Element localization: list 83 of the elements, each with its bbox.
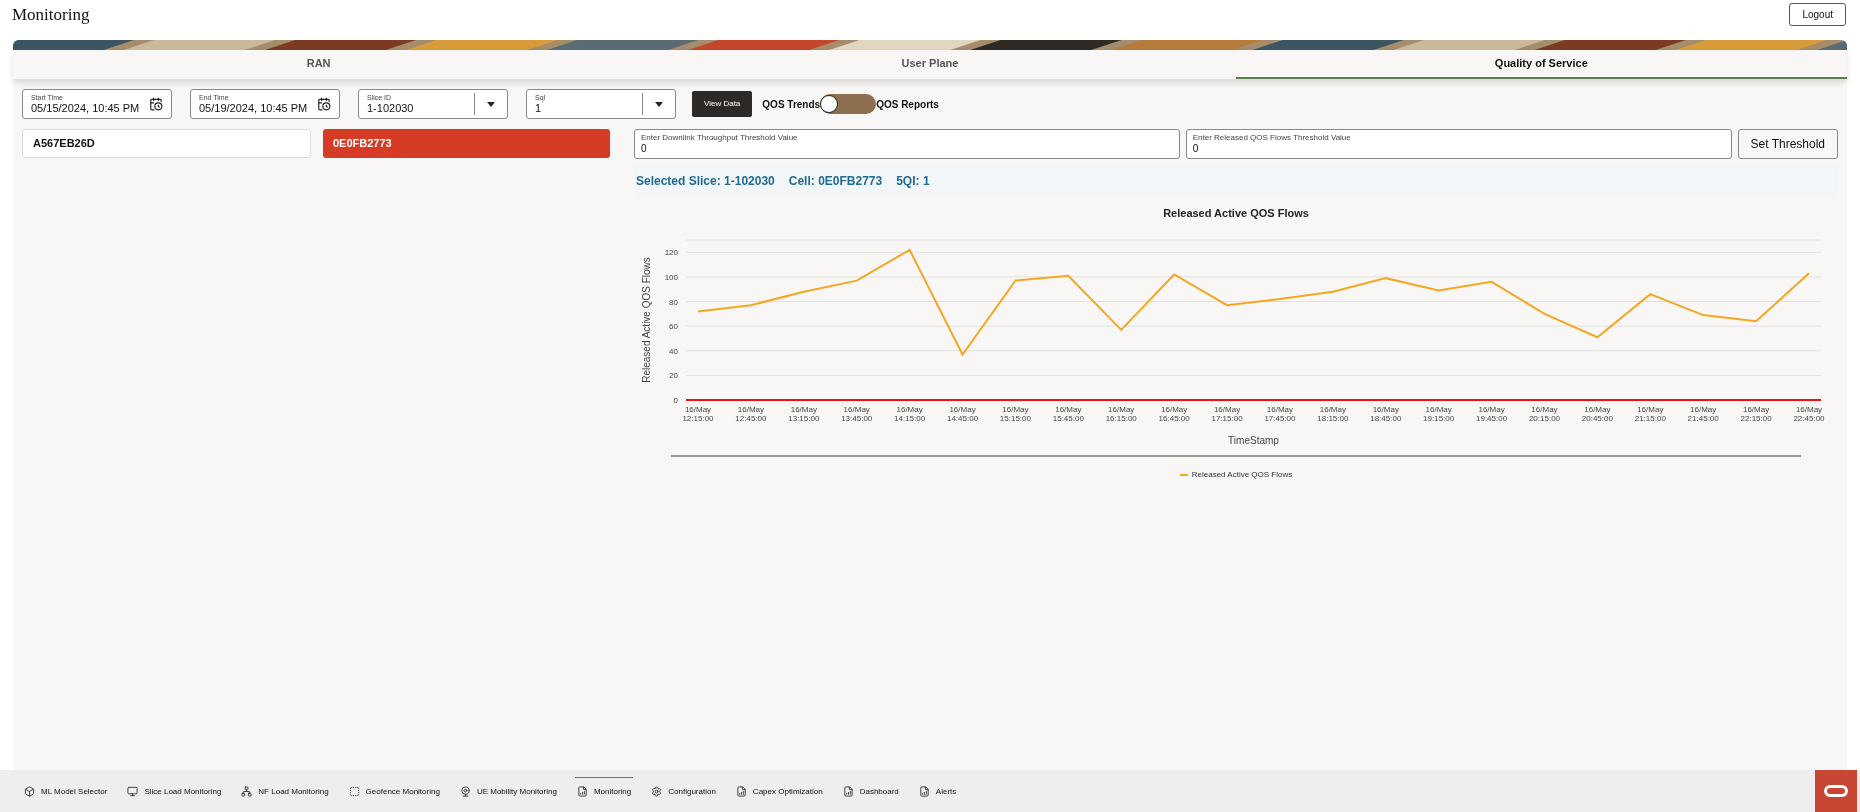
x-tick-label: 16/May 14:15:00	[894, 404, 926, 423]
chart-icon	[735, 786, 747, 797]
x-tick-label: 16/May 16:15:00	[1105, 404, 1137, 423]
x-tick-label: 16/May 18:45:00	[1370, 404, 1402, 423]
x-tick-label: 16/May 20:15:00	[1528, 404, 1561, 423]
selection-info: 5QI: 1	[896, 173, 930, 190]
nav-item[interactable]: Capex Optimization	[733, 777, 825, 805]
x-tick-label: 16/May 12:45:00	[735, 404, 767, 423]
x-tick-label: 16/May 19:15:00	[1423, 404, 1455, 423]
nav-item[interactable]: NF Load Monitoring	[239, 777, 331, 805]
nav-item[interactable]: Dashboard	[840, 777, 901, 805]
caret-icon	[487, 101, 495, 107]
tab[interactable]: RAN	[13, 50, 625, 79]
legend-swatch-icon	[1179, 473, 1188, 476]
monitor-icon	[127, 786, 139, 797]
y-axis-title: Released Active QOS Flows	[641, 256, 652, 383]
x-tick-label: 16/May 22:15:00	[1740, 404, 1772, 423]
nav-item[interactable]: Slice Load Monitoring	[125, 777, 224, 805]
view-data-button[interactable]: View Data	[692, 91, 753, 117]
x-tick-label: 16/May 19:45:00	[1476, 404, 1508, 423]
field-value: 0	[641, 143, 648, 155]
field-label: Enter Released QOS Flows Threshold Value	[1192, 133, 1352, 143]
view-toggle[interactable]	[820, 94, 877, 114]
webcam-icon	[459, 786, 471, 797]
network-icon	[241, 786, 253, 797]
x-tick-label: 16/May 12:15:00	[682, 404, 714, 423]
y-tick-label: 40	[669, 346, 678, 356]
x-tick-label: 16/May 20:45:00	[1581, 404, 1613, 423]
settings-icon	[651, 786, 663, 797]
nav-item[interactable]: UE Mobility Monitoring	[457, 777, 559, 805]
y-tick-label: 60	[669, 321, 678, 331]
selection-info: Cell: 0E0FB2773	[788, 173, 883, 190]
dashed-square-icon	[348, 786, 360, 797]
legend-label: Released Active QOS Flows	[1191, 468, 1293, 481]
x-axis-title: TimeStamp	[1228, 434, 1279, 446]
field-value: 05/19/2024, 10:45 PM	[199, 102, 309, 115]
cell-card[interactable]: 0E0FB2773	[323, 129, 610, 158]
field-value: 05/15/2024, 10:45 PM	[31, 102, 141, 115]
selection-info: Selected Slice: 1-102030	[636, 173, 775, 190]
field-label: Enter Downlink Throughput Threshold Value	[641, 133, 799, 143]
field-value: 0	[1192, 143, 1200, 155]
x-tick-label: 16/May 14:45:00	[946, 404, 979, 423]
calendar-icon	[149, 97, 163, 111]
chart-icon	[918, 786, 930, 797]
x-tick-label: 16/May 21:45:00	[1687, 404, 1719, 423]
tab[interactable]: Quality of Service	[1235, 50, 1847, 79]
calendar-icon	[317, 97, 331, 111]
x-tick-label: 16/May 15:15:00	[999, 404, 1031, 423]
x-tick-label: 16/May 15:45:00	[1052, 404, 1084, 423]
set-threshold-button[interactable]: Set Threshold	[1737, 129, 1838, 159]
toggle-label: QOS Trends	[762, 97, 821, 112]
nav-item[interactable]: Configuration	[649, 777, 718, 805]
y-tick-label: 80	[669, 297, 678, 307]
x-tick-label: 16/May 21:15:00	[1634, 404, 1666, 423]
y-tick-label: 20	[669, 370, 678, 380]
nav-item[interactable]: Geofence Monitoring	[346, 777, 442, 805]
x-tick-label: 16/May 16:45:00	[1158, 404, 1190, 423]
field-value: 1	[535, 102, 543, 115]
x-tick-label: 16/May 18:15:00	[1317, 404, 1349, 423]
chart-icon	[576, 786, 588, 797]
nav-item[interactable]: Monitoring	[574, 777, 634, 805]
nav-item[interactable]: Alerts	[916, 777, 959, 805]
threshold-field[interactable]: Enter Downlink Throughput Threshold Value 0	[634, 129, 1180, 159]
caret-icon	[655, 101, 663, 107]
threshold-field[interactable]: Enter Released QOS Flows Threshold Value 0	[1185, 129, 1732, 159]
x-tick-label: 16/May 13:15:00	[788, 404, 820, 423]
chart-title: Released Active QOS Flows	[1163, 206, 1309, 221]
cell-card[interactable]: A567EB26D	[22, 129, 311, 158]
cube-icon	[24, 786, 35, 797]
x-tick-label: 16/May 22:45:00	[1793, 404, 1825, 423]
tab[interactable]: User Plane	[624, 50, 1236, 79]
page-title: Monitoring	[12, 4, 90, 26]
toggle-label: QOS Reports	[876, 97, 939, 112]
x-tick-label: 16/May 17:45:00	[1264, 404, 1296, 423]
y-tick-label: 100	[664, 272, 678, 282]
chart-icon	[842, 786, 854, 797]
logout-button[interactable]: Logout	[1789, 3, 1846, 26]
y-tick-label: 120	[664, 247, 678, 257]
nav-item[interactable]: ML Model Selector	[22, 777, 110, 805]
y-tick-label: 0	[673, 395, 678, 405]
x-tick-label: 16/May 17:15:00	[1211, 404, 1243, 423]
x-tick-label: 16/May 13:45:00	[841, 404, 873, 423]
field-value: 1-102030	[367, 102, 415, 115]
